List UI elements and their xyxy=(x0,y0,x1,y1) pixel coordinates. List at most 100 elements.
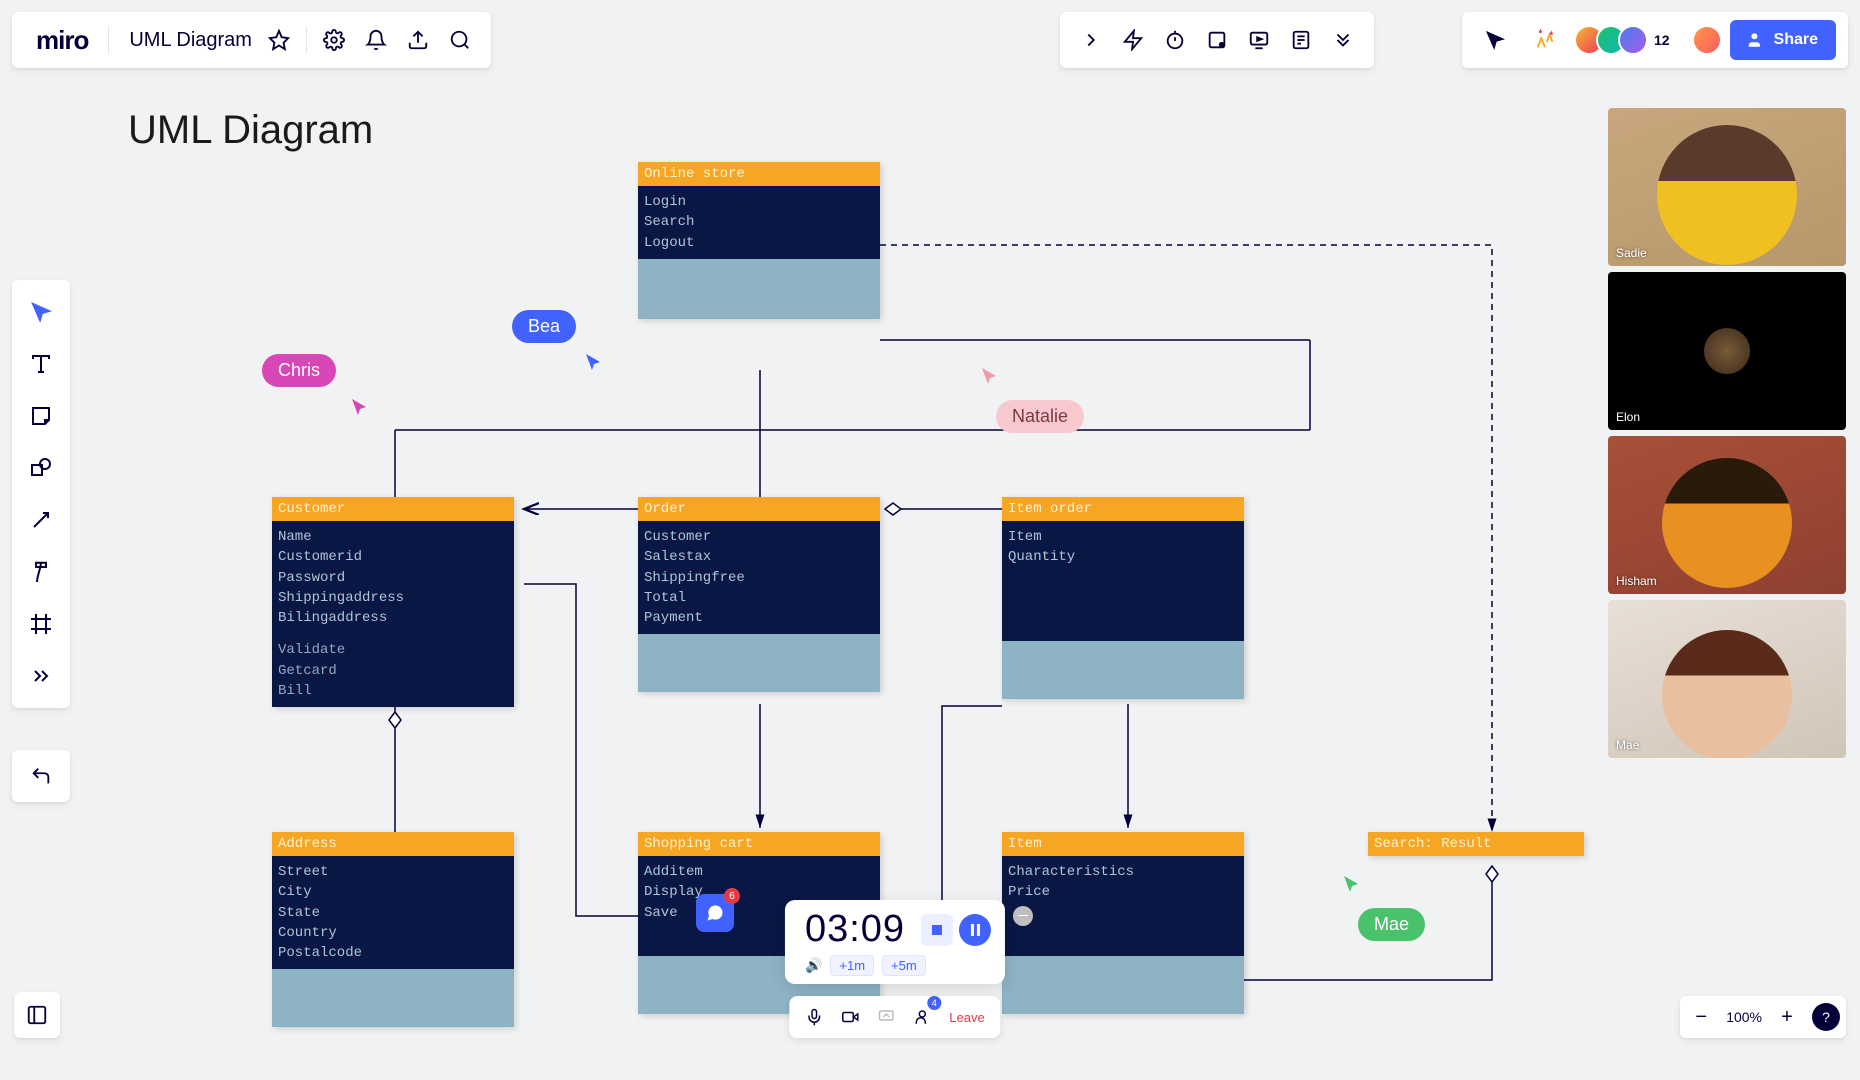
uml-class-methods xyxy=(638,634,880,692)
uml-class-title: Customer xyxy=(272,497,514,521)
settings-icon[interactable] xyxy=(313,19,355,61)
uml-class-attrs: CharacteristicsPrice xyxy=(1002,856,1244,956)
uml-class-customer[interactable]: Customer NameCustomeridPasswordShippinga… xyxy=(272,497,514,707)
reactions-icon[interactable] xyxy=(1524,19,1566,61)
separator xyxy=(108,26,109,54)
cursor-pointer-icon xyxy=(348,395,372,419)
cursor-pointer-icon xyxy=(1340,872,1364,896)
cursor-pointer-icon xyxy=(978,364,1002,388)
timer-stop-button[interactable] xyxy=(921,914,953,946)
timer-icon[interactable] xyxy=(1154,19,1196,61)
video-tile[interactable]: Hisham xyxy=(1608,436,1846,594)
video-name: Elon xyxy=(1616,410,1640,424)
chat-button[interactable]: 6 xyxy=(696,894,734,932)
canvas-title[interactable]: UML Diagram xyxy=(128,108,373,153)
note-icon[interactable] xyxy=(1280,19,1322,61)
uml-class-attrs: CustomerSalestaxShippingfreeTotalPayment xyxy=(638,521,880,634)
uml-class-title: Item order xyxy=(1002,497,1244,521)
uml-class-methods: ValidateGetcardBill xyxy=(272,634,514,707)
uml-class-title: Online store xyxy=(638,162,880,186)
video-tile[interactable]: Elon xyxy=(1608,272,1846,430)
left-toolbar xyxy=(12,280,70,708)
share-label: Share xyxy=(1774,31,1818,49)
video-call-tiles: Sadie Elon Hisham Mae xyxy=(1608,108,1846,758)
app-logo[interactable]: miro xyxy=(22,25,102,56)
search-icon[interactable] xyxy=(439,19,481,61)
avatar-extra-count[interactable]: 12 xyxy=(1650,32,1674,48)
bolt-icon[interactable] xyxy=(1112,19,1154,61)
avatar[interactable] xyxy=(1618,25,1648,55)
export-icon[interactable] xyxy=(397,19,439,61)
video-tile[interactable]: Mae xyxy=(1608,600,1846,758)
select-tool[interactable] xyxy=(12,286,70,338)
sticky-tool[interactable] xyxy=(12,390,70,442)
topbar-apps xyxy=(1060,12,1374,68)
uml-class-item-order[interactable]: Item order ItemQuantity xyxy=(1002,497,1244,699)
undo-button[interactable] xyxy=(12,750,70,802)
participants-count: 4 xyxy=(927,996,941,1010)
volume-icon[interactable]: 🔊 xyxy=(805,957,822,974)
uml-class-title: Address xyxy=(272,832,514,856)
uml-class-search-result[interactable]: Search: Result xyxy=(1368,832,1584,856)
uml-class-title: Item xyxy=(1002,832,1244,856)
zoom-in-button[interactable]: + xyxy=(1772,1002,1802,1032)
video-tile[interactable]: Sadie xyxy=(1608,108,1846,266)
topbar-collab: 12 Share xyxy=(1462,12,1848,68)
leave-button[interactable]: Leave xyxy=(943,1010,990,1025)
screenshare-icon[interactable] xyxy=(871,1002,901,1032)
uml-class-title: Search: Result xyxy=(1368,832,1584,856)
timer-panel[interactable]: － 03:09 🔊 +1m +5m xyxy=(785,900,1005,984)
video-name: Sadie xyxy=(1616,246,1647,260)
star-icon[interactable] xyxy=(258,19,300,61)
timer-add-5m[interactable]: +5m xyxy=(882,955,926,976)
uml-class-methods xyxy=(272,969,514,1027)
call-bar: 4 Leave xyxy=(789,996,1000,1038)
timer-close-icon[interactable]: － xyxy=(1013,906,1033,926)
camera-icon[interactable] xyxy=(835,1002,865,1032)
more-apps-icon[interactable] xyxy=(1322,19,1364,61)
pen-tool[interactable] xyxy=(12,546,70,598)
chevron-right-icon[interactable] xyxy=(1070,19,1112,61)
text-tool[interactable] xyxy=(12,338,70,390)
frame-icon[interactable] xyxy=(1196,19,1238,61)
zoom-value[interactable]: 100% xyxy=(1720,1009,1768,1025)
cursor-label-chris: Chris xyxy=(262,354,336,387)
board-title[interactable]: UML Diagram xyxy=(115,29,258,52)
cursor-label-mae: Mae xyxy=(1358,908,1425,941)
help-button[interactable]: ? xyxy=(1812,1003,1840,1031)
share-button[interactable]: Share xyxy=(1730,20,1836,60)
timer-add-1m[interactable]: +1m xyxy=(830,955,874,976)
avatar-me[interactable] xyxy=(1692,25,1722,55)
shape-tool[interactable] xyxy=(12,442,70,494)
line-tool[interactable] xyxy=(12,494,70,546)
collaborator-avatars[interactable]: 12 xyxy=(1574,25,1674,55)
cursor-label-bea: Bea xyxy=(512,310,576,343)
timer-time: 03:09 xyxy=(805,908,905,951)
panel-toggle-button[interactable] xyxy=(14,992,60,1038)
uml-class-attrs: NameCustomeridPasswordShippingaddressBil… xyxy=(272,521,514,634)
uml-class-title: Order xyxy=(638,497,880,521)
uml-class-attrs: StreetCityStateCountryPostalcode xyxy=(272,856,514,969)
uml-class-order[interactable]: Order CustomerSalestaxShippingfreeTotalP… xyxy=(638,497,880,692)
uml-class-attrs: ItemQuantity xyxy=(1002,521,1244,641)
zoom-out-button[interactable]: − xyxy=(1686,1002,1716,1032)
uml-class-online-store[interactable]: Online store LoginSearchLogout xyxy=(638,162,880,319)
uml-class-methods xyxy=(638,259,880,319)
uml-class-attrs: LoginSearchLogout xyxy=(638,186,880,259)
uml-class-title: Shopping cart xyxy=(638,832,880,856)
frame-tool[interactable] xyxy=(12,598,70,650)
mic-icon[interactable] xyxy=(799,1002,829,1032)
separator xyxy=(306,26,307,54)
uml-class-address[interactable]: Address StreetCityStateCountryPostalcode xyxy=(272,832,514,1027)
uml-class-item[interactable]: Item CharacteristicsPrice xyxy=(1002,832,1244,1014)
participants-icon[interactable]: 4 xyxy=(907,1002,937,1032)
bell-icon[interactable] xyxy=(355,19,397,61)
present-icon[interactable] xyxy=(1238,19,1280,61)
uml-class-methods xyxy=(1002,641,1244,699)
timer-pause-button[interactable] xyxy=(959,914,991,946)
video-name: Hisham xyxy=(1616,574,1657,588)
cursor-pointer-icon xyxy=(582,350,606,374)
topbar-left: miro UML Diagram xyxy=(12,12,491,68)
more-tools-icon[interactable] xyxy=(12,650,70,702)
cursor-tool-icon[interactable] xyxy=(1474,19,1516,61)
